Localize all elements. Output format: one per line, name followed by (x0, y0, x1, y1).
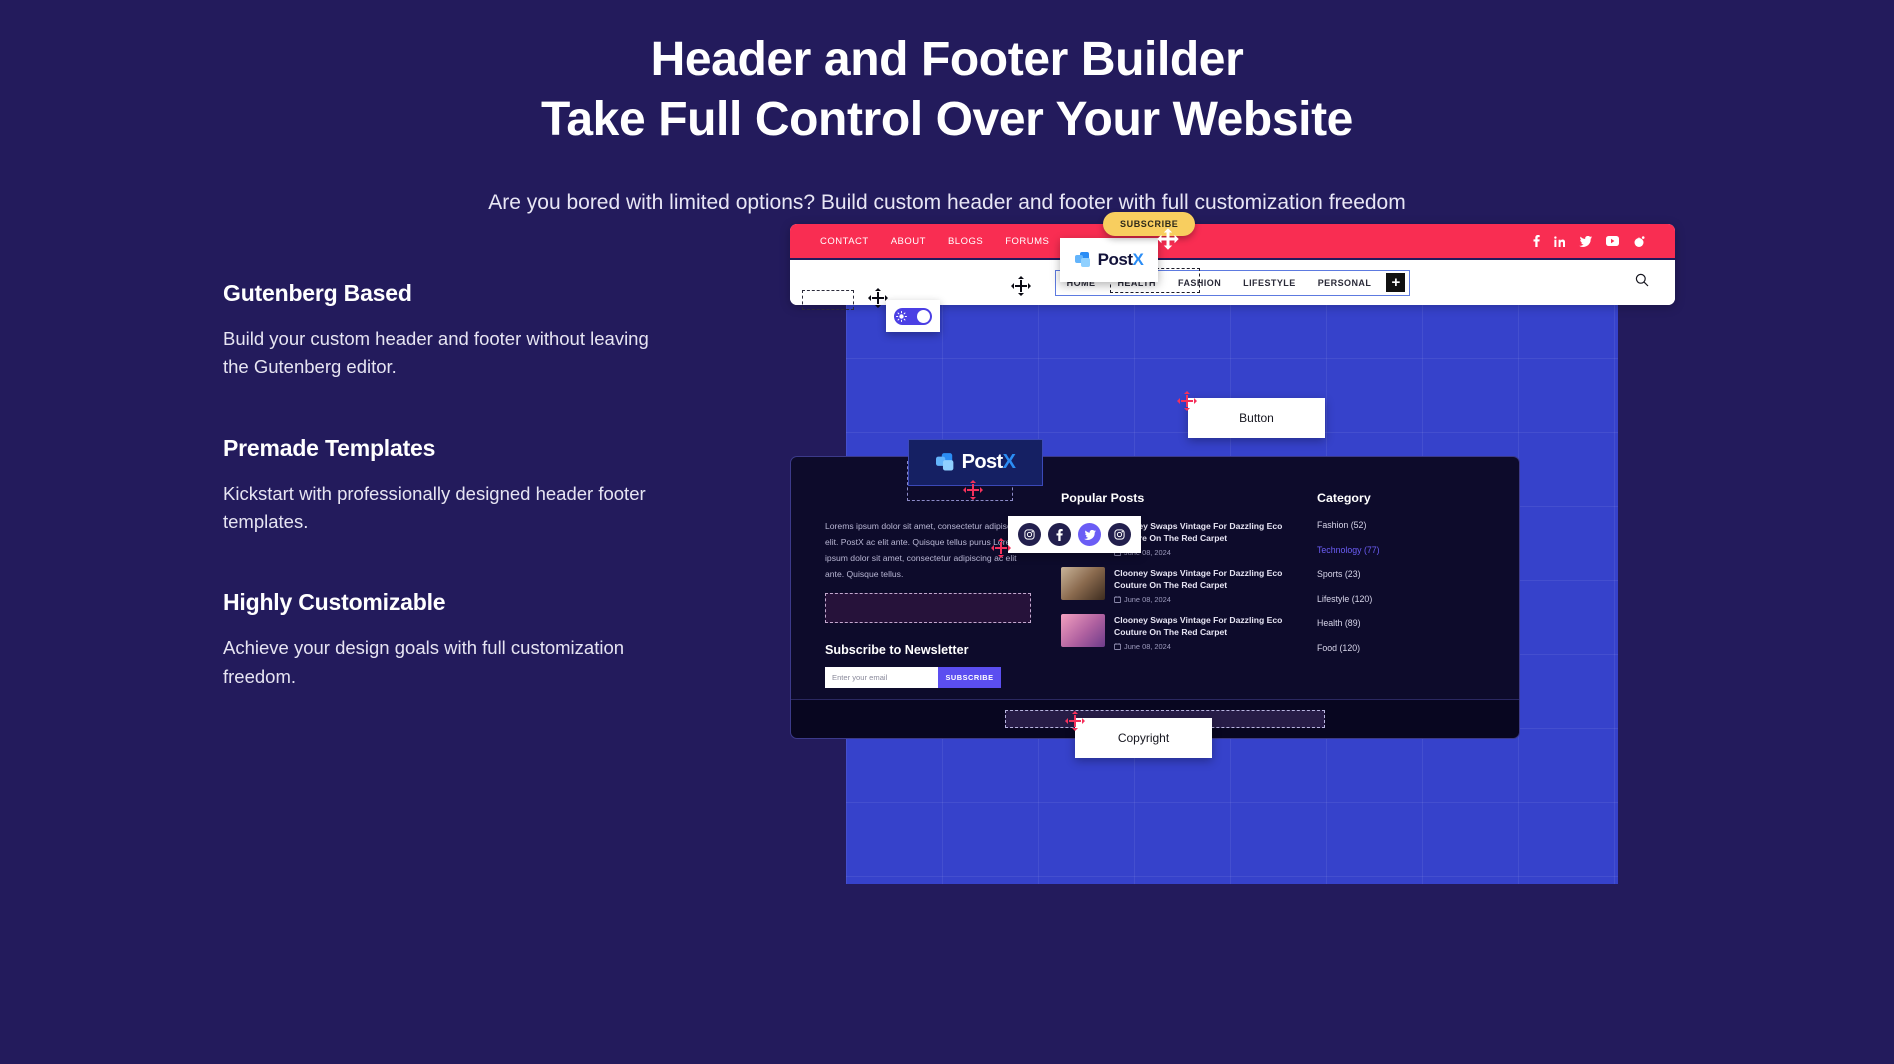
footer-social-card[interactable] (1008, 516, 1141, 554)
feature-body: Achieve your design goals with full cust… (223, 637, 625, 687)
feature-heading: Highly Customizable (223, 589, 446, 616)
category-item-sports[interactable]: Sports (23) (1317, 569, 1467, 579)
post-date: June 08, 2024 (1114, 595, 1293, 604)
footer-logo-text: PostX (961, 451, 1016, 474)
header-empty-placeholder[interactable] (802, 290, 854, 311)
list-item[interactable]: Clooney Swaps Vintage For Dazzling Eco C… (1061, 567, 1293, 604)
newsletter-form: Enter your email SUBSCRIBE (825, 666, 1037, 688)
instagram-icon[interactable] (1108, 523, 1131, 547)
postx-mark-icon (935, 452, 954, 471)
nav-item-personal[interactable]: PERSONAL (1307, 271, 1383, 295)
reddit-icon[interactable] (1633, 235, 1645, 247)
newsletter-subscribe-button[interactable]: SUBSCRIBE (938, 666, 1001, 688)
calendar-icon (1114, 643, 1121, 651)
twitter-icon[interactable] (1078, 523, 1101, 547)
category-item-food[interactable]: Food (120) (1317, 643, 1467, 653)
youtube-icon[interactable] (1606, 236, 1619, 247)
drag-handle-header-nav[interactable] (867, 287, 889, 309)
dark-mode-toggle-card[interactable] (886, 300, 940, 333)
footer-category-column: Category Fashion (52) Technology (77) Sp… (1317, 491, 1467, 688)
popular-posts-heading: Popular Posts (1061, 491, 1145, 506)
feature-list: Gutenberg Based Build your custom header… (223, 280, 693, 691)
toggle-knob (917, 309, 930, 323)
feature-item-customizable: Highly Customizable Achieve your design … (223, 589, 693, 691)
post-date-text: June 08, 2024 (1124, 642, 1171, 652)
feature-item-templates: Premade Templates Kickstart with profess… (223, 435, 693, 537)
mockup-footer-card: Lorems ipsum dolor sit amet, consectetur… (790, 456, 1520, 740)
mockup-header-card: CONTACT ABOUT BLOGS FORUMS HOME HEALTH F… (790, 224, 1675, 306)
category-item-fashion[interactable]: Fashion (52) (1317, 520, 1467, 530)
facebook-icon[interactable] (1048, 523, 1071, 547)
footer-about-column: Lorems ipsum dolor sit amet, consectetur… (825, 461, 1037, 688)
feature-heading: Premade Templates (223, 434, 436, 461)
builder-mockup: CONTACT ABOUT BLOGS FORUMS HOME HEALTH F… (790, 212, 1790, 924)
footer-social-placeholder[interactable] (825, 592, 1031, 623)
header-primary-nav: CONTACT ABOUT BLOGS FORUMS (820, 236, 1049, 247)
drag-handle-footer-logo[interactable] (962, 479, 984, 501)
newsletter-email-input[interactable]: Enter your email (825, 666, 938, 688)
drag-handle-logo[interactable] (1010, 275, 1032, 297)
postx-mark-icon (1074, 251, 1090, 267)
sun-icon (896, 310, 907, 322)
linkedin-icon[interactable] (1554, 235, 1565, 247)
nav-item-blogs[interactable]: BLOGS (948, 236, 983, 247)
drag-handle-button[interactable] (1176, 390, 1198, 412)
header-bottom-bar: HOME HEALTH FASHION LIFESTYLE PERSONAL + (790, 258, 1675, 306)
facebook-icon[interactable] (1533, 235, 1540, 248)
drag-handle-subscribe[interactable] (1157, 228, 1179, 250)
category-item-technology[interactable]: Technology (77) (1317, 545, 1467, 555)
nav-item-forums[interactable]: FORUMS (1005, 236, 1049, 247)
feature-item-gutenberg: Gutenberg Based Build your custom header… (223, 280, 693, 382)
drag-handle-copyright[interactable] (1064, 710, 1086, 732)
feature-body: Kickstart with professionally designed h… (223, 482, 646, 532)
add-nav-item-button[interactable]: + (1386, 273, 1406, 293)
search-icon[interactable] (1635, 273, 1649, 292)
header-logo-card[interactable]: PostX (1060, 238, 1158, 283)
category-item-lifestyle[interactable]: Lifestyle (120) (1317, 594, 1467, 604)
post-thumbnail (1061, 567, 1105, 601)
list-item[interactable]: Clooney Swaps Vintage For Dazzling Eco C… (1061, 614, 1293, 651)
subscribe-pill-button[interactable]: SUBSCRIBE (1103, 212, 1196, 237)
newsletter-heading: Subscribe to Newsletter (825, 642, 969, 657)
post-date: June 08, 2024 (1114, 642, 1293, 651)
dark-mode-toggle[interactable] (894, 307, 932, 325)
hero-section: Header and Footer Builder Take Full Cont… (0, 0, 1894, 215)
drag-handle-footer-social[interactable] (990, 537, 1012, 559)
post-title[interactable]: Clooney Swaps Vintage For Dazzling Eco C… (1114, 614, 1293, 638)
page-title-line1: Header and Footer Builder (650, 33, 1244, 86)
nav-item-lifestyle[interactable]: LIFESTYLE (1232, 271, 1307, 295)
page-title-line2: Take Full Control Over Your Website (541, 92, 1353, 146)
header-top-bar: CONTACT ABOUT BLOGS FORUMS (790, 224, 1675, 259)
page-subtitle: Are you bored with limited options? Buil… (488, 191, 1406, 215)
post-date-text: June 08, 2024 (1124, 595, 1171, 605)
post-thumbnail (1061, 614, 1105, 648)
button-widget-card[interactable]: Button (1188, 398, 1325, 439)
page-title: Header and Footer Builder Take Full Cont… (0, 30, 1894, 149)
twitter-icon[interactable] (1579, 235, 1592, 247)
category-heading: Category (1317, 491, 1371, 506)
post-title[interactable]: Clooney Swaps Vintage For Dazzling Eco C… (1114, 567, 1293, 591)
header-social-links (1533, 235, 1645, 248)
instagram-icon[interactable] (1018, 523, 1041, 547)
nav-item-about[interactable]: ABOUT (891, 236, 926, 247)
feature-heading: Gutenberg Based (223, 280, 412, 307)
header-logo-text: PostX (1097, 250, 1144, 270)
copyright-widget-card[interactable]: Copyright (1075, 718, 1212, 759)
calendar-icon (1114, 596, 1121, 604)
category-item-health[interactable]: Health (89) (1317, 618, 1467, 628)
nav-item-contact[interactable]: CONTACT (820, 236, 869, 247)
feature-body: Build your custom header and footer with… (223, 328, 649, 378)
